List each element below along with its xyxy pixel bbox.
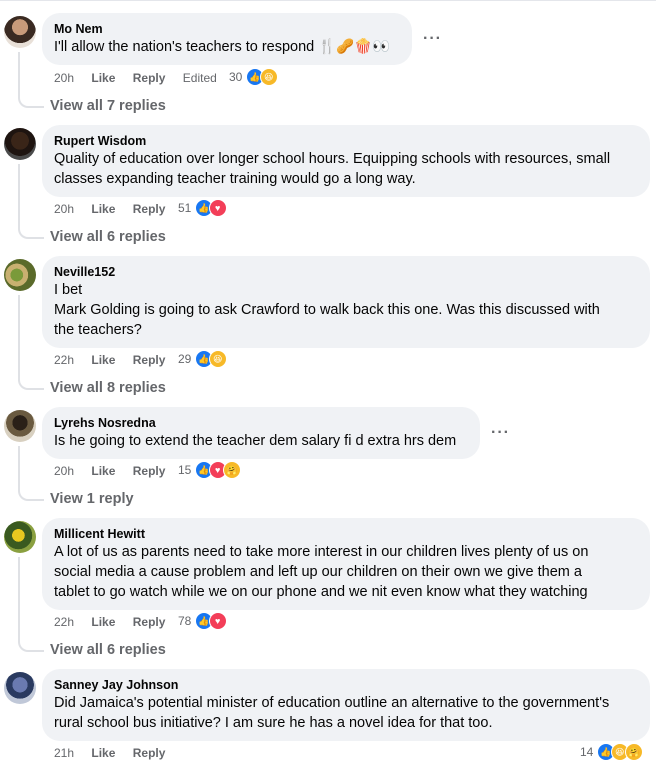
- comment-text: Quality of education over longer school …: [54, 151, 611, 167]
- comment-bubble: Millicent Hewitt A lot of us as parents …: [42, 518, 650, 610]
- comment-text: Mark Golding is going to ask Crawford to…: [54, 302, 600, 318]
- reaction-count: 14: [580, 745, 594, 759]
- edited-label: Edited: [182, 71, 217, 85]
- like-button[interactable]: Like: [91, 745, 115, 761]
- comment-text: rural school bus initiative? I am sure h…: [54, 715, 493, 731]
- reaction-summary[interactable]: 51 👍 ♥: [178, 199, 227, 217]
- reply-button[interactable]: Reply: [133, 352, 166, 368]
- reaction-summary[interactable]: 29 👍 😆: [178, 350, 227, 368]
- comment-bubble: Rupert Wisdom Quality of education over …: [42, 125, 650, 197]
- thread-line: [18, 295, 44, 390]
- comment-bubble: Sanney Jay Johnson Did Jamaica's potenti…: [42, 669, 650, 741]
- comment-text: A lot of us as parents need to take more…: [54, 544, 589, 560]
- comment-timestamp[interactable]: 20h: [54, 463, 74, 479]
- comment-text: social media a cause problem and left up…: [54, 564, 582, 580]
- comment-timestamp[interactable]: 22h: [54, 352, 74, 368]
- comment-author[interactable]: Lyrehs Nosredna: [54, 415, 468, 431]
- reaction-summary[interactable]: 15 👍 ♥ 🤗: [178, 461, 241, 479]
- avatar[interactable]: [4, 128, 36, 160]
- haha-icon: 😆: [208, 350, 227, 368]
- comment-text: I'll allow the nation's teachers to resp…: [54, 39, 391, 55]
- reply-button[interactable]: Reply: [133, 614, 166, 630]
- haha-icon: 😆: [259, 68, 278, 86]
- comment-actions: 20h Like Reply Edited: [54, 70, 231, 86]
- comment-text: the teachers?: [54, 322, 142, 338]
- comment-actions: 20h Like Reply: [54, 463, 179, 479]
- thread-line: [18, 164, 44, 239]
- comment-bubble: Mo Nem I'll allow the nation's teachers …: [42, 13, 412, 65]
- avatar[interactable]: [4, 259, 36, 291]
- reaction-count: 29: [178, 352, 192, 366]
- reaction-summary[interactable]: 78 👍 ♥: [178, 612, 227, 630]
- comment-timestamp[interactable]: 20h: [54, 201, 74, 217]
- comment-author[interactable]: Neville152: [54, 264, 638, 280]
- comment-timestamp[interactable]: 21h: [54, 745, 74, 761]
- comment-text: classes expanding teacher training would…: [54, 171, 416, 187]
- reaction-summary[interactable]: 30 👍 😆: [229, 68, 278, 86]
- care-icon: 🤗: [624, 743, 643, 761]
- thread-line: [18, 52, 44, 108]
- like-button[interactable]: Like: [91, 70, 115, 86]
- comment-text: I bet: [54, 282, 83, 298]
- thread-line: [18, 557, 44, 652]
- comment-actions: 22h Like Reply: [54, 614, 179, 630]
- reaction-count: 15: [178, 463, 192, 477]
- view-replies-link[interactable]: View all 6 replies: [50, 641, 166, 659]
- like-button[interactable]: Like: [91, 201, 115, 217]
- comment-author[interactable]: Rupert Wisdom: [54, 133, 638, 149]
- comment-text: Is he going to extend the teacher dem sa…: [54, 433, 457, 449]
- love-icon: ♥: [208, 612, 227, 630]
- comment-timestamp[interactable]: 22h: [54, 614, 74, 630]
- avatar[interactable]: [4, 672, 36, 704]
- reaction-count: 30: [229, 70, 243, 84]
- comment-author[interactable]: Sanney Jay Johnson: [54, 677, 638, 693]
- reaction-count: 51: [178, 201, 192, 215]
- comment-author[interactable]: Millicent Hewitt: [54, 526, 638, 542]
- love-icon: ♥: [208, 199, 227, 217]
- thread-line: [18, 446, 44, 501]
- reply-button[interactable]: Reply: [133, 463, 166, 479]
- comment-bubble: Lyrehs Nosredna Is he going to extend th…: [42, 407, 480, 459]
- comment-actions: 22h Like Reply: [54, 352, 179, 368]
- view-replies-link[interactable]: View all 8 replies: [50, 379, 166, 397]
- like-button[interactable]: Like: [91, 614, 115, 630]
- view-replies-link[interactable]: View all 7 replies: [50, 97, 166, 115]
- reaction-summary[interactable]: 14 👍 😆 🤗: [580, 743, 643, 761]
- comment-actions: 20h Like Reply: [54, 201, 179, 217]
- view-replies-link[interactable]: View 1 reply: [50, 490, 134, 508]
- more-options-icon[interactable]: ···: [491, 424, 510, 442]
- avatar[interactable]: [4, 521, 36, 553]
- reply-button[interactable]: Reply: [133, 201, 166, 217]
- top-divider: [0, 0, 656, 1]
- comment-timestamp[interactable]: 20h: [54, 70, 74, 86]
- avatar[interactable]: [4, 16, 36, 48]
- view-replies-link[interactable]: View all 6 replies: [50, 228, 166, 246]
- comment-author[interactable]: Mo Nem: [54, 21, 400, 37]
- reply-button[interactable]: Reply: [133, 745, 166, 761]
- reply-button[interactable]: Reply: [133, 70, 166, 86]
- comment-bubble: Neville152 I bet Mark Golding is going t…: [42, 256, 650, 348]
- comment-actions: 21h Like Reply: [54, 745, 179, 761]
- comment-text: Did Jamaica's potential minister of educ…: [54, 695, 610, 711]
- avatar[interactable]: [4, 410, 36, 442]
- comment-text: tablet to go watch while we on our phone…: [54, 584, 588, 600]
- more-options-icon[interactable]: ···: [423, 30, 442, 48]
- like-button[interactable]: Like: [91, 352, 115, 368]
- like-button[interactable]: Like: [91, 463, 115, 479]
- care-icon: 🤗: [222, 461, 241, 479]
- reaction-count: 78: [178, 614, 192, 628]
